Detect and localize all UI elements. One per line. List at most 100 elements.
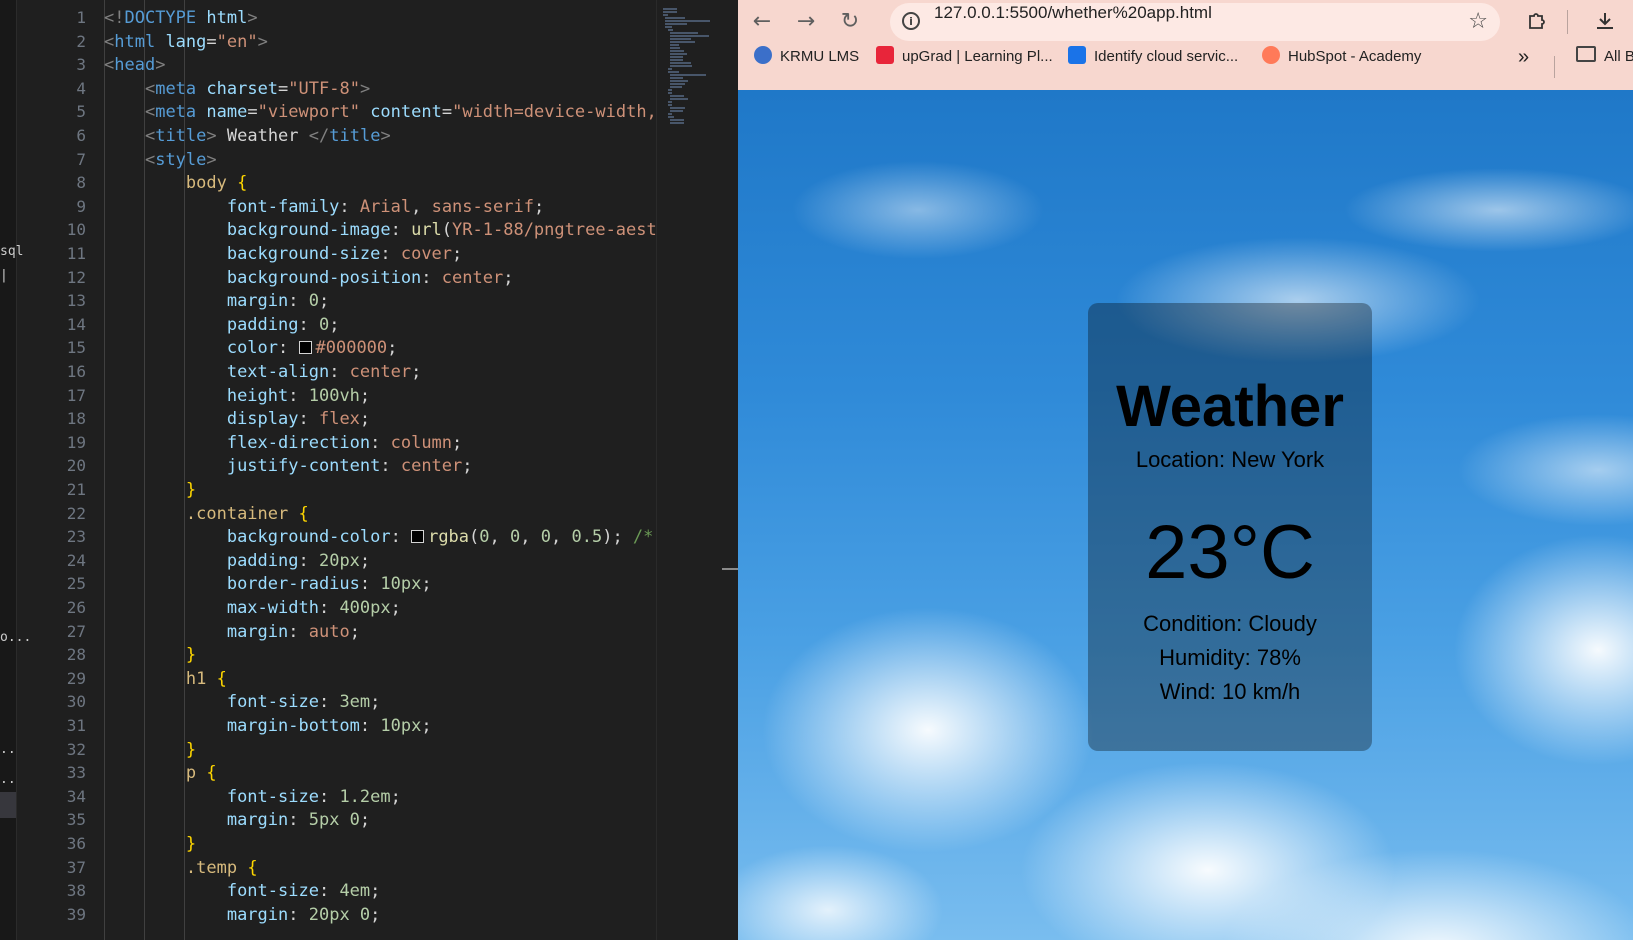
code-line[interactable]: <html lang="en"> <box>104 30 268 54</box>
url-text[interactable]: 127.0.0.1:5500/whether%20app.html <box>934 3 1212 23</box>
code-line[interactable]: <meta charset="UTF-8"> <box>104 77 370 101</box>
code-line[interactable]: margin: 20px 0; <box>104 903 381 927</box>
bookmark-identify-cloud[interactable]: Identify cloud servic... <box>1068 46 1238 86</box>
code-line[interactable]: font-family: Arial, sans-serif; <box>104 195 544 219</box>
code-line[interactable]: background-color: rgba(0, 0, 0, 0.5); /* <box>104 525 654 549</box>
code-line[interactable]: <style> <box>104 148 217 172</box>
code-line[interactable]: } <box>104 738 196 762</box>
minimap-line <box>667 29 674 31</box>
address-bar[interactable]: i 127.0.0.1:5500/whether%20app.html ☆ <box>890 3 1500 41</box>
code-token: : <box>370 432 391 453</box>
line-number: 38 <box>66 881 86 901</box>
code-line[interactable]: text-align: center; <box>104 360 422 384</box>
code-line[interactable]: .temp { <box>104 856 258 880</box>
code-line[interactable]: margin-bottom: 10px; <box>104 714 432 738</box>
code-token: 10px <box>380 716 422 736</box>
code-line[interactable]: p { <box>104 761 217 785</box>
code-token: : <box>390 527 412 548</box>
code-line[interactable]: <title> Weather </title> <box>104 124 391 148</box>
download-button[interactable] <box>1590 6 1620 36</box>
folder-icon <box>1576 46 1596 62</box>
code-line[interactable]: color: #000000; <box>104 336 398 360</box>
code-line[interactable]: .container { <box>104 502 309 526</box>
minimap[interactable] <box>656 0 723 940</box>
code-line[interactable]: margin: 5px 0; <box>104 808 370 832</box>
minimap-line <box>670 32 699 34</box>
code-line[interactable]: margin: 0; <box>104 289 329 313</box>
code-line[interactable]: } <box>104 832 196 856</box>
code-area[interactable]: <!DOCTYPE html> <html lang="en"> <head> <m… <box>104 0 656 940</box>
line-number: 5 <box>76 102 86 122</box>
code-line[interactable]: padding: 20px; <box>104 549 370 573</box>
code-token: auto <box>308 621 350 642</box>
reload-button[interactable]: ↻ <box>836 8 864 36</box>
editor-scrollbar[interactable] <box>722 568 738 570</box>
code-line[interactable]: height: 100vh; <box>104 384 370 408</box>
code-token: center <box>400 456 463 477</box>
code-token: = <box>441 102 453 123</box>
code-line[interactable]: font-size: 3em; <box>104 690 381 714</box>
code-token: background-position <box>226 267 422 288</box>
code-token: : <box>278 338 299 359</box>
code-token: : <box>339 196 360 217</box>
code-line[interactable]: background-size: cover; <box>104 242 462 266</box>
code-line[interactable]: border-radius: 10px; <box>104 572 432 596</box>
bookmark-krmu-lms[interactable]: KRMU LMS <box>754 46 859 86</box>
forward-button[interactable]: → <box>792 8 820 36</box>
code-line[interactable]: <!DOCTYPE html> <box>104 6 258 30</box>
code-token: /* <box>632 527 654 548</box>
code-editor[interactable]: sql | o... .. .. 1 2 3 4 5 6 7 8 9 10 11 12 13 14 15 16… <box>0 0 738 940</box>
code-line[interactable]: justify-content: center; <box>104 454 473 478</box>
color-swatch-icon[interactable] <box>411 530 425 544</box>
minimap-line <box>670 80 689 82</box>
code-line[interactable]: flex-direction: column; <box>104 431 462 455</box>
code-token: = <box>278 78 289 99</box>
code-line[interactable]: display: flex; <box>104 407 370 431</box>
bookmarks-overflow-button[interactable]: » <box>1518 46 1529 86</box>
site-info-icon[interactable]: i <box>902 12 920 30</box>
line-number: 36 <box>66 834 86 853</box>
code-line[interactable]: font-size: 1.2em; <box>104 785 401 809</box>
minimap-line <box>667 92 672 94</box>
code-token: , <box>489 527 511 548</box>
download-icon <box>1597 13 1613 29</box>
code-token: "width=device-width, <box>452 102 656 123</box>
code-line[interactable]: font-size: 4em; <box>104 879 381 903</box>
code-token: = <box>247 102 258 123</box>
back-button[interactable]: ← <box>748 8 776 36</box>
code-line[interactable]: <meta name="viewport" content="width=dev… <box>104 100 656 124</box>
weather-temperature: 23°C <box>1145 510 1315 595</box>
code-token: justify-content <box>226 456 381 477</box>
star-icon[interactable]: ☆ <box>1468 9 1488 34</box>
code-line[interactable]: body { <box>104 171 247 195</box>
code-line[interactable]: } <box>104 478 196 502</box>
code-line[interactable]: } <box>104 643 196 667</box>
minimap-line <box>667 71 679 73</box>
code-line[interactable]: max-width: 400px; <box>104 596 401 620</box>
bookmark-label: HubSpot - Academy <box>1288 48 1422 65</box>
bookmark-hubspot[interactable]: HubSpot - Academy <box>1262 46 1421 86</box>
code-token: center <box>349 362 412 382</box>
minimap-line <box>670 83 686 85</box>
code-line[interactable]: background-image: url(YR-1-88/pngtree-ae… <box>104 218 656 242</box>
line-number: 6 <box>76 126 86 145</box>
minimap-line <box>667 104 672 106</box>
code-line[interactable]: <head> <box>104 53 165 77</box>
code-token: ; <box>359 550 371 571</box>
extensions-button[interactable] <box>1522 6 1552 36</box>
code-line[interactable]: margin: auto; <box>104 620 360 644</box>
code-line[interactable]: h1 { <box>104 667 227 691</box>
minimap-line <box>665 20 711 22</box>
all-bookmarks-button[interactable]: All B <box>1576 46 1633 86</box>
code-line[interactable]: padding: 0; <box>104 313 340 337</box>
code-line[interactable]: background-position: center; <box>104 266 514 290</box>
color-swatch-icon[interactable] <box>298 341 312 355</box>
code-token: font-size <box>226 786 319 807</box>
code-token: 400px <box>339 598 391 618</box>
all-bookmarks-label: All B <box>1604 48 1633 65</box>
bookmark-upgrad[interactable]: upGrad | Learning Pl... <box>876 46 1053 86</box>
code-token: : <box>380 456 401 477</box>
